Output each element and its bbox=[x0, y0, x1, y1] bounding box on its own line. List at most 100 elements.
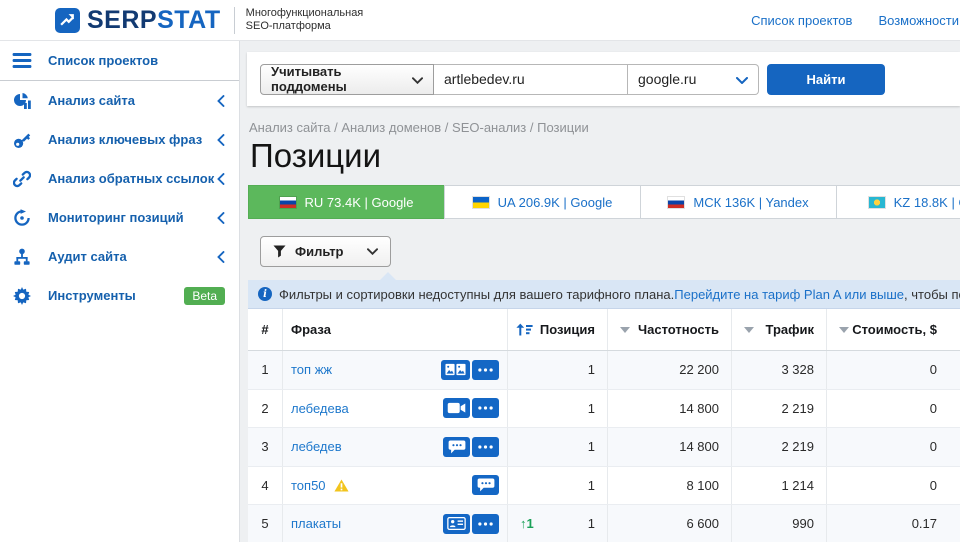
more-badge[interactable] bbox=[472, 514, 499, 534]
chevron-left-icon bbox=[217, 134, 225, 146]
hamburger-icon bbox=[10, 53, 34, 68]
table-row: 4 топ50 1 8 100 1 214 0 bbox=[248, 467, 960, 506]
phrase-link[interactable]: топ50 bbox=[291, 478, 326, 493]
column-header-volume[interactable]: Частотность bbox=[608, 309, 732, 350]
tab-msk-yandex[interactable]: МСК 136K | Yandex bbox=[640, 185, 837, 219]
positions-table: #ФразаПозицияЧастотностьТрафикСтоимость,… bbox=[248, 309, 960, 542]
tab-label: KZ 18.8K | Google bbox=[894, 195, 960, 210]
sidebar-item-backlink-analysis[interactable]: Анализ обратных ссылок bbox=[0, 159, 239, 198]
breadcrumb-segment[interactable]: Анализ доменов bbox=[341, 120, 441, 135]
more-badge[interactable] bbox=[472, 437, 499, 457]
volume-cell: 8 100 bbox=[608, 467, 732, 505]
cost-value: 0 bbox=[930, 478, 937, 493]
serpstat-logo-icon bbox=[55, 8, 80, 33]
chevron-down-icon bbox=[736, 71, 748, 87]
phrase-link[interactable]: топ жж bbox=[291, 362, 332, 377]
phrase-link[interactable]: плакаты bbox=[291, 516, 341, 531]
gear-icon bbox=[10, 287, 34, 305]
chevron-left-icon bbox=[217, 251, 225, 263]
volume-cell: 6 600 bbox=[608, 505, 732, 542]
table-row: 5плакаты↑116 6009900.17 bbox=[248, 505, 960, 542]
phrase-cell: лебедева bbox=[283, 390, 508, 428]
snippet-badge[interactable] bbox=[443, 437, 470, 457]
filter-button[interactable]: Фильтр bbox=[260, 236, 391, 267]
tab-label: UA 206.9K | Google bbox=[498, 195, 613, 210]
row-number-cell: 2 bbox=[248, 390, 283, 428]
tab-ua-google[interactable]: UA 206.9K | Google bbox=[444, 185, 641, 219]
snippet-badge[interactable] bbox=[472, 475, 499, 495]
more-badge[interactable] bbox=[472, 360, 499, 380]
phrase-cell: топ жж bbox=[283, 351, 508, 389]
cost-cell: 0 bbox=[827, 428, 960, 466]
tab-kz-google[interactable]: KZ 18.8K | Google bbox=[836, 185, 960, 219]
phrase-link[interactable]: лебедева bbox=[291, 401, 349, 416]
beta-badge: Beta bbox=[184, 287, 225, 305]
sidebar-item-site-audit[interactable]: Аудит сайта bbox=[0, 237, 239, 276]
breadcrumb-separator: / bbox=[441, 120, 452, 135]
caret-down-icon bbox=[839, 327, 849, 333]
audit-icon bbox=[10, 248, 34, 266]
top-header: SERPSTAT Многофункциональная SEO-платфор… bbox=[0, 0, 960, 41]
key-icon bbox=[10, 131, 34, 149]
position-value: 1 bbox=[588, 362, 595, 377]
volume-value: 14 800 bbox=[679, 439, 719, 454]
sidebar-item-site-analysis[interactable]: Анализ сайта bbox=[0, 81, 239, 120]
table-row: 2лебедева114 8002 2190 bbox=[248, 390, 960, 429]
sidebar-item-project-list[interactable]: Список проектов bbox=[0, 41, 239, 80]
search-engine-select[interactable]: google.ru bbox=[628, 64, 759, 95]
column-header-cost[interactable]: Стоимость, $ bbox=[827, 309, 960, 350]
sidebar-item-label: Аудит сайта bbox=[48, 249, 127, 264]
breadcrumb-segment[interactable]: Позиции bbox=[537, 120, 589, 135]
column-header-num: # bbox=[248, 309, 283, 350]
tab-ru-google[interactable]: RU 73.4K | Google bbox=[248, 185, 445, 219]
page-title: Позиции bbox=[250, 137, 381, 175]
chevron-down-icon bbox=[367, 248, 378, 255]
backlinks-icon bbox=[10, 170, 34, 188]
breadcrumb-segment[interactable]: Анализ сайта bbox=[249, 120, 331, 135]
knowledge-badge[interactable] bbox=[443, 514, 470, 534]
volume-value: 14 800 bbox=[679, 401, 719, 416]
sidebar-item-rank-monitoring[interactable]: Мониторинг позиций bbox=[0, 198, 239, 237]
caret-down-icon bbox=[744, 327, 754, 333]
banner-text-after: , чтобы получить bbox=[904, 287, 960, 302]
sidebar-item-label: Анализ сайта bbox=[48, 93, 135, 108]
funnel-icon bbox=[273, 245, 286, 258]
chevron-down-icon bbox=[412, 72, 423, 87]
sidebar-item-tools[interactable]: ИнструментыBeta bbox=[0, 276, 239, 315]
traffic-value: 1 214 bbox=[781, 478, 814, 493]
position-cell: ↑11 bbox=[508, 505, 608, 542]
video-badge[interactable] bbox=[443, 398, 470, 418]
row-number-cell: 1 bbox=[248, 351, 283, 389]
phrase-link[interactable]: лебедев bbox=[291, 439, 342, 454]
table-row: 3лебедев114 8002 2190 bbox=[248, 428, 960, 467]
column-header-label: Частотность bbox=[638, 322, 719, 337]
column-header-traffic[interactable]: Трафик bbox=[732, 309, 827, 350]
top-nav-link-projects[interactable]: Список проектов bbox=[751, 13, 852, 28]
kz-flag-icon bbox=[869, 197, 885, 208]
sidebar-item-label: Список проектов bbox=[48, 53, 158, 68]
serpstat-logo[interactable]: SERPSTAT Многофункциональная SEO-платфор… bbox=[55, 7, 363, 34]
top-nav-link-features[interactable]: Возможности bbox=[878, 13, 959, 28]
breadcrumb-segment[interactable]: SEO-анализ bbox=[452, 120, 526, 135]
chevron-left-icon bbox=[217, 173, 225, 185]
row-number-cell: 4 bbox=[248, 467, 283, 505]
ru-flag-icon bbox=[280, 197, 296, 208]
images-badge[interactable] bbox=[441, 360, 470, 380]
tab-label: RU 73.4K | Google bbox=[305, 195, 414, 210]
sidebar-item-label: Анализ ключевых фраз bbox=[48, 132, 202, 147]
upgrade-plan-link[interactable]: Перейдите на тариф Plan A или выше bbox=[674, 287, 904, 302]
column-header-position[interactable]: Позиция bbox=[508, 309, 608, 350]
subdomain-dropdown[interactable]: Учитывать поддомены bbox=[260, 64, 434, 95]
sidebar-item-keyword-analysis[interactable]: Анализ ключевых фраз bbox=[0, 120, 239, 159]
cost-value: 0 bbox=[930, 401, 937, 416]
region-tabs: RU 73.4K | Google UA 206.9K | Google МСК 1… bbox=[248, 185, 960, 219]
search-button[interactable]: Найти bbox=[767, 64, 885, 95]
main-content: Учитывать поддомены google.ru Найти Анал… bbox=[240, 41, 960, 542]
more-badge[interactable] bbox=[472, 398, 499, 418]
chevron-left-icon bbox=[217, 212, 225, 224]
traffic-cell: 2 219 bbox=[732, 390, 827, 428]
domain-input[interactable] bbox=[434, 64, 628, 95]
position-value: 1 bbox=[588, 478, 595, 493]
table-header-row: #ФразаПозицияЧастотностьТрафикСтоимость,… bbox=[248, 309, 960, 351]
sidebar-item-label: Анализ обратных ссылок bbox=[48, 171, 214, 186]
